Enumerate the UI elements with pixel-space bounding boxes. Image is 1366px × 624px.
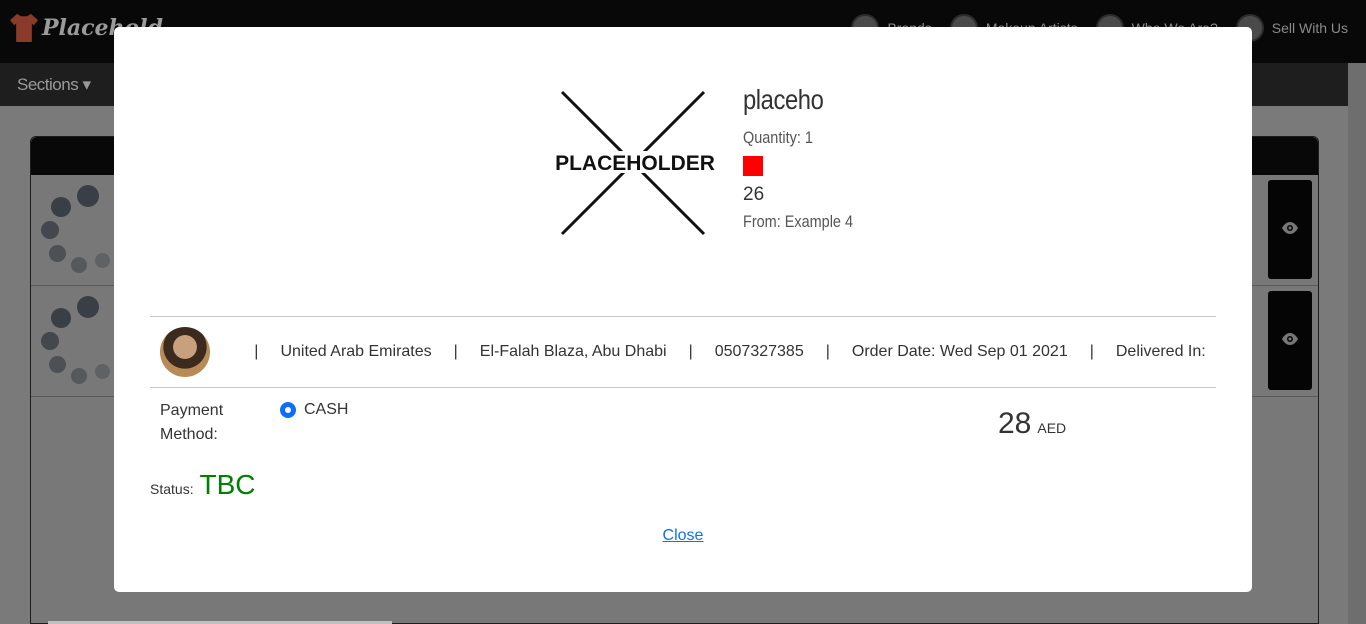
customer-avatar xyxy=(160,327,211,377)
eye-icon xyxy=(1281,221,1299,239)
product-quantity: Quantity: 1 xyxy=(743,128,813,147)
order-info-row: | United Arab Emirates | El-Falah Blaza,… xyxy=(150,317,1216,387)
cash-radio-label[interactable]: CASH xyxy=(304,401,348,419)
divider xyxy=(150,387,1216,388)
nav-item-label: Sell With Us xyxy=(1271,20,1348,36)
product-image: PLACEHOLDER xyxy=(554,87,716,237)
view-order-button[interactable] xyxy=(1268,291,1312,390)
order-status: Status: TBC xyxy=(150,469,255,501)
separator: | xyxy=(453,343,458,360)
color-swatch xyxy=(743,156,763,176)
sections-dropdown[interactable]: Sections ▾ xyxy=(17,75,91,95)
view-order-button[interactable] xyxy=(1268,180,1312,279)
price-value: 28 xyxy=(998,407,1032,440)
order-details-modal: PLACEHOLDER placeho Quantity: 1 26 From:… xyxy=(114,27,1252,592)
eye-icon xyxy=(1281,332,1299,350)
payment-method-label: Payment Method: xyxy=(160,399,223,447)
status-label: Status: xyxy=(150,481,194,497)
shirt-icon xyxy=(10,14,38,42)
close-link-wrap: Close xyxy=(114,527,1252,545)
chevron-down-icon: ▾ xyxy=(82,75,91,94)
page-scrollbar[interactable] xyxy=(1348,63,1366,624)
order-address: El-Falah Blaza, Abu Dhabi xyxy=(479,343,667,360)
sections-label: Sections xyxy=(17,75,79,94)
product-seller: From: Example 4 xyxy=(743,212,854,231)
separator: | xyxy=(1089,343,1094,360)
loading-spinner-icon xyxy=(41,294,121,384)
loading-spinner-icon xyxy=(41,183,121,273)
order-date: Order Date: Wed Sep 01 2021 xyxy=(851,343,1068,360)
nav-item-sell-with-us[interactable]: Sell With Us xyxy=(1235,14,1348,42)
order-phone: 0507327385 xyxy=(714,343,804,360)
separator: | xyxy=(688,343,693,360)
separator: | xyxy=(254,343,259,360)
placeholder-image-icon: PLACEHOLDER xyxy=(554,90,716,236)
payment-label-line1: Payment xyxy=(160,402,224,419)
svg-text:PLACEHOLDER: PLACEHOLDER xyxy=(555,152,715,175)
close-button[interactable]: Close xyxy=(663,527,704,544)
cash-radio[interactable] xyxy=(280,402,296,418)
payment-label-line2: Method: xyxy=(160,426,218,443)
product-name: placeho xyxy=(743,84,824,115)
product-size: 26 xyxy=(743,184,765,205)
order-price: 28 AED xyxy=(998,407,1066,441)
separator: | xyxy=(825,343,830,360)
order-country: United Arab Emirates xyxy=(280,343,432,360)
order-delivered: Delivered In: xyxy=(1115,343,1206,360)
status-badge: TBC xyxy=(199,469,256,500)
product-info: placeho Quantity: 1 26 From: Example 4 xyxy=(743,84,872,232)
price-currency: AED xyxy=(1037,420,1067,436)
